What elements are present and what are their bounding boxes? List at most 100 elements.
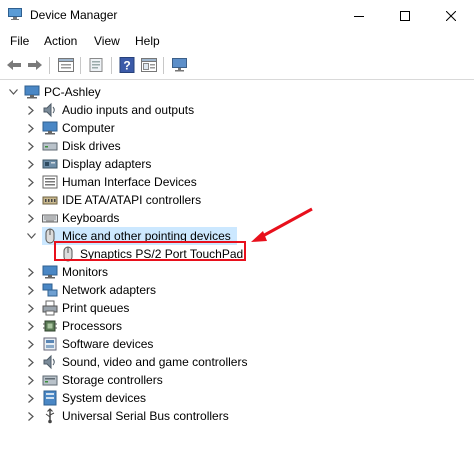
show-hidden-button[interactable] <box>139 56 159 74</box>
annotation-arrow-icon <box>251 207 313 242</box>
tree-item-label: Processors <box>62 319 123 333</box>
expander-software-devices[interactable] <box>26 339 36 349</box>
chevron-right-icon <box>28 303 34 313</box>
device-manager-window: Device Manager File Action View Help ? P… <box>0 0 474 473</box>
tree-item-monitors[interactable]: Monitors <box>42 263 108 281</box>
expander-computer[interactable] <box>26 123 36 133</box>
system-device-icon <box>43 390 57 406</box>
expander-storage-controllers[interactable] <box>26 375 36 385</box>
tree-item-audio[interactable]: Audio inputs and outputs <box>42 101 194 119</box>
menu-help[interactable]: Help <box>135 34 160 48</box>
help-button[interactable]: ? <box>117 56 137 74</box>
computer-icon <box>24 85 40 99</box>
chevron-right-icon <box>28 123 34 133</box>
tree-item-label: Storage controllers <box>62 373 163 387</box>
processor-icon <box>43 320 57 332</box>
tree-item-ide[interactable]: IDE ATA/ATAPI controllers <box>42 191 201 209</box>
expander-audio[interactable] <box>26 105 36 115</box>
tree-item-software-devices[interactable]: Software devices <box>42 335 153 353</box>
window-title: Device Manager <box>30 8 118 22</box>
toolbar: ? <box>0 52 474 80</box>
tree-root[interactable]: PC-Ashley <box>24 83 101 101</box>
toolbar-separator <box>49 57 50 74</box>
chevron-right-icon <box>28 213 34 223</box>
tree-item-disk-drives[interactable]: Disk drives <box>42 137 121 155</box>
chevron-right-icon <box>28 159 34 169</box>
toolbar-separator <box>163 57 164 74</box>
expander-sound-video[interactable] <box>26 357 36 367</box>
chevron-right-icon <box>28 375 34 385</box>
printer-icon <box>42 300 58 316</box>
expander-usb[interactable] <box>26 411 36 421</box>
tree-item-label: Monitors <box>62 265 109 279</box>
expander-keyboards[interactable] <box>26 213 36 223</box>
forward-button[interactable] <box>25 56 45 74</box>
tree-item-processors[interactable]: Processors <box>42 317 122 335</box>
chevron-down-icon <box>8 89 18 95</box>
svg-text:?: ? <box>123 59 130 73</box>
tree-item-label: Audio inputs and outputs <box>62 103 195 117</box>
speaker-icon <box>43 102 55 118</box>
close-icon <box>446 10 456 21</box>
tree-item-network-adapters[interactable]: Network adapters <box>42 281 156 299</box>
display-adapter-icon <box>42 159 58 169</box>
expander-print-queues[interactable] <box>26 303 36 313</box>
expander-processors[interactable] <box>26 321 36 331</box>
annotation-highlight-box <box>54 241 246 261</box>
expander-network-adapters[interactable] <box>26 285 36 295</box>
usb-icon <box>45 408 55 424</box>
back-button[interactable] <box>4 56 24 74</box>
menu-view[interactable]: View <box>94 34 120 48</box>
tree-item-label: Universal Serial Bus controllers <box>62 409 229 423</box>
tree-item-system-devices[interactable]: System devices <box>42 389 146 407</box>
toolbar-separator <box>80 57 81 74</box>
tree-item-storage-controllers[interactable]: Storage controllers <box>42 371 163 389</box>
minimize-button[interactable] <box>336 0 382 31</box>
update-driver-button[interactable] <box>86 56 106 74</box>
expander-system-devices[interactable] <box>26 393 36 403</box>
chevron-right-icon <box>28 357 34 367</box>
chevron-right-icon <box>28 105 34 115</box>
tree-root-label: PC-Ashley <box>44 85 101 99</box>
monitor-icon <box>42 265 58 279</box>
back-arrow-icon <box>7 60 21 70</box>
menu-file[interactable]: File <box>10 34 29 48</box>
expander-monitors[interactable] <box>26 267 36 277</box>
update-driver-icon <box>89 58 103 72</box>
tree-item-label: Print queues <box>62 301 130 315</box>
root-expander[interactable] <box>8 87 18 97</box>
sound-icon <box>43 354 55 370</box>
tree-item-usb[interactable]: Universal Serial Bus controllers <box>42 407 229 425</box>
expander-display-adapters[interactable] <box>26 159 36 169</box>
device-manager-app-icon <box>8 8 22 20</box>
tree-item-computer[interactable]: Computer <box>42 119 115 137</box>
tree-item-print-queues[interactable]: Print queues <box>42 299 129 317</box>
expander-mice[interactable] <box>26 231 36 241</box>
tree-item-hid[interactable]: Human Interface Devices <box>42 173 197 191</box>
expander-disk-drives[interactable] <box>26 141 36 151</box>
tree-item-label: System devices <box>62 391 147 405</box>
close-button[interactable] <box>428 0 474 31</box>
disk-drive-icon <box>42 142 58 151</box>
keyboard-icon <box>42 214 58 223</box>
chevron-right-icon <box>28 267 34 277</box>
maximize-icon <box>400 10 410 21</box>
show-hidden-icon <box>141 58 157 72</box>
tree-item-label: Disk drives <box>62 139 121 153</box>
storage-controller-icon <box>42 375 58 386</box>
menu-bar: File Action View Help <box>0 31 474 51</box>
expander-ide[interactable] <box>26 195 36 205</box>
tree-item-sound-video[interactable]: Sound, video and game controllers <box>42 353 247 371</box>
scan-hardware-button[interactable] <box>170 56 190 74</box>
maximize-button[interactable] <box>382 0 428 31</box>
tree-item-keyboards[interactable]: Keyboards <box>42 209 119 227</box>
chevron-right-icon <box>28 393 34 403</box>
expander-hid[interactable] <box>26 177 36 187</box>
tree-item-label: Network adapters <box>62 283 157 297</box>
menu-action[interactable]: Action <box>44 34 77 48</box>
title-bar[interactable]: Device Manager <box>0 0 474 31</box>
tree-item-label: Display adapters <box>62 157 152 171</box>
tree-item-display-adapters[interactable]: Display adapters <box>42 155 151 173</box>
properties-button[interactable] <box>56 56 76 74</box>
tree-item-label: Computer <box>62 121 115 135</box>
